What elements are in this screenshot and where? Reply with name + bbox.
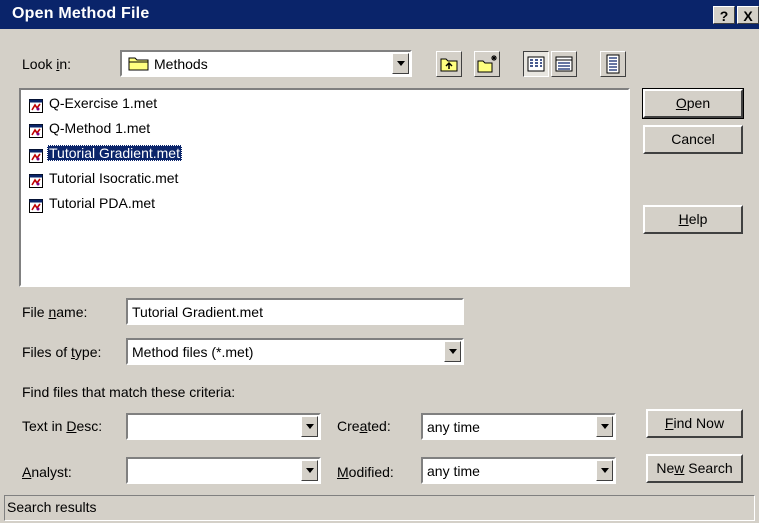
file-name-label: File name: (22, 304, 88, 320)
open-button[interactable]: Open (642, 88, 744, 119)
chevron-down-icon[interactable] (301, 416, 318, 437)
analyst-label: Analyst: (22, 464, 72, 480)
new-folder-button[interactable] (474, 51, 500, 77)
modified-label: Modified: (337, 464, 394, 480)
list-view-icon (527, 56, 545, 72)
question-icon: ? (719, 8, 729, 24)
preview-icon (606, 54, 620, 74)
text-in-desc-dropdown[interactable] (126, 413, 321, 440)
list-view-button[interactable] (523, 51, 549, 77)
analyst-dropdown[interactable] (126, 457, 321, 484)
method-file-icon (29, 147, 43, 164)
created-dropdown[interactable]: any time (421, 413, 616, 440)
method-file-icon (29, 197, 43, 214)
files-of-type-dropdown[interactable]: Method files (*.met) (126, 338, 464, 365)
title-bar: Open Method File ? X (0, 0, 759, 29)
file-list-item[interactable]: Q-Method 1.met (29, 117, 152, 139)
find-now-button[interactable]: Find Now (646, 409, 743, 438)
file-list-item[interactable]: Q-Exercise 1.met (29, 92, 159, 114)
details-view-icon (555, 56, 573, 72)
cancel-button[interactable]: Cancel (643, 125, 743, 154)
status-text: Search results (7, 499, 97, 515)
help-title-button[interactable]: ? (713, 6, 735, 24)
file-name-text: Q-Method 1.met (49, 120, 151, 136)
file-list-item[interactable]: Tutorial Isocratic.met (29, 167, 180, 189)
open-method-dialog: Open Method File ? X Look in: Methods Q-… (0, 0, 759, 523)
details-view-button[interactable] (551, 51, 577, 77)
file-list-item[interactable]: Tutorial PDA.met (29, 192, 157, 214)
file-list-item[interactable]: Tutorial Gradient.met (29, 142, 182, 164)
chevron-down-icon[interactable] (596, 416, 613, 437)
new-search-button[interactable]: New Search (646, 454, 743, 483)
method-file-icon (29, 97, 43, 114)
chevron-down-icon[interactable] (596, 460, 613, 481)
file-name-text: Q-Exercise 1.met (49, 95, 158, 111)
up-folder-icon (440, 58, 458, 72)
help-button[interactable]: Help (643, 205, 743, 234)
created-label: Created: (337, 418, 391, 434)
status-bar: Search results (4, 495, 755, 521)
up-one-level-button[interactable] (436, 51, 462, 77)
look-in-label: Look in: (22, 56, 72, 72)
dialog-title: Open Method File (12, 5, 150, 22)
file-name-text: Tutorial Isocratic.met (49, 170, 179, 186)
file-name-input[interactable]: Tutorial Gradient.met (126, 298, 464, 325)
look-in-dropdown[interactable]: Methods (120, 50, 412, 77)
chevron-down-icon[interactable] (301, 460, 318, 481)
files-of-type-label: Files of type: (22, 344, 102, 360)
folder-icon (128, 55, 150, 75)
close-title-button[interactable]: X (737, 6, 759, 24)
modified-dropdown[interactable]: any time (421, 457, 616, 484)
new-folder-icon (477, 55, 497, 73)
file-list[interactable]: Q-Exercise 1.met Q-Method 1.met Tutorial G… (19, 88, 630, 287)
close-icon: X (743, 8, 753, 24)
method-file-icon (29, 172, 43, 189)
text-in-desc-label: Text in Desc: (22, 418, 103, 434)
file-name-text: Tutorial Gradient.met (47, 145, 182, 161)
chevron-down-icon[interactable] (392, 53, 409, 74)
look-in-value: Methods (154, 56, 208, 72)
file-name-text: Tutorial PDA.met (49, 195, 156, 211)
chevron-down-icon[interactable] (444, 341, 461, 362)
criteria-heading: Find files that match these criteria: (22, 384, 236, 400)
method-file-icon (29, 122, 43, 139)
preview-button[interactable] (600, 51, 626, 77)
